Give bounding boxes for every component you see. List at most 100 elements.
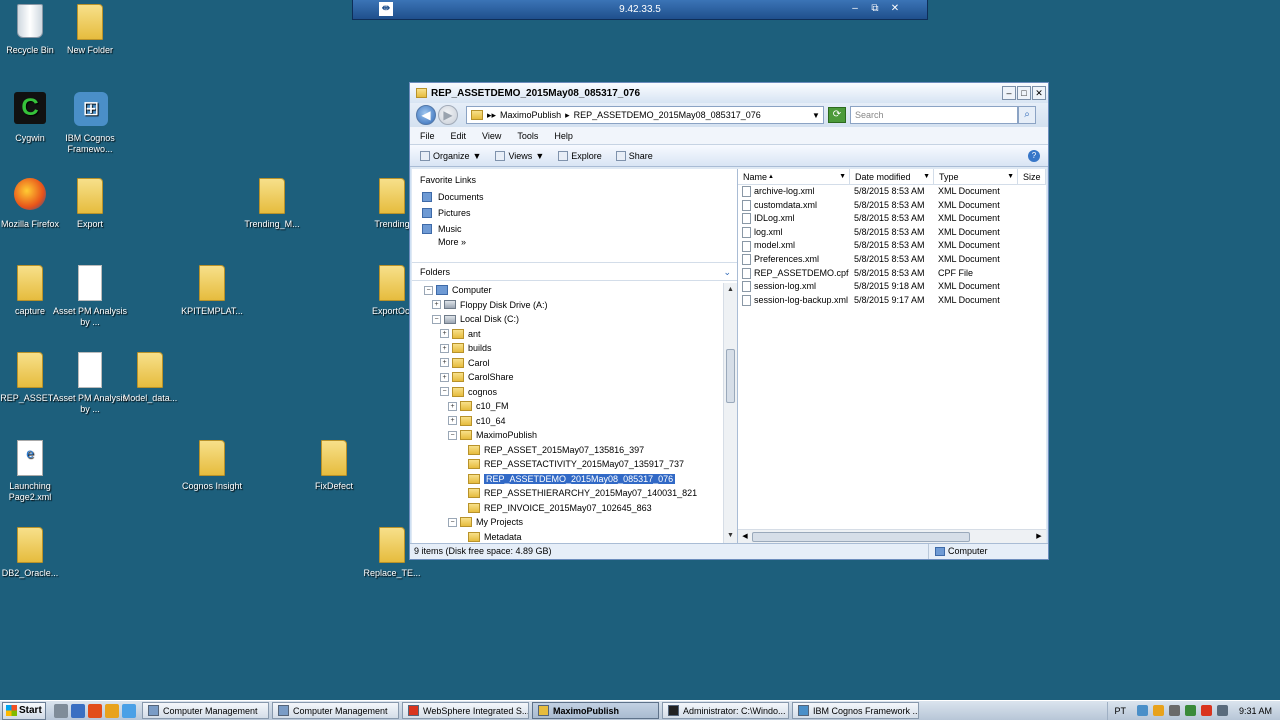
more-link[interactable]: More » bbox=[420, 237, 737, 251]
file-row[interactable]: log.xml 5/8/2015 8:53 AM XML Document bbox=[738, 226, 1046, 240]
double-chevron-icon[interactable]: » bbox=[461, 237, 466, 247]
scroll-up-arrow-icon[interactable]: ▲ bbox=[724, 283, 737, 297]
file-row[interactable]: session-log.xml 5/8/2015 9:18 AM XML Docum… bbox=[738, 280, 1046, 294]
collapse-icon[interactable]: − bbox=[432, 314, 441, 324]
desktop-icon[interactable]: Trending_M... bbox=[232, 178, 312, 230]
column-header-size[interactable]: Size bbox=[1018, 169, 1046, 184]
remote-restore-button[interactable]: ⧉ bbox=[869, 2, 881, 16]
tree-node[interactable]: + builds bbox=[412, 341, 723, 356]
file-row[interactable]: model.xml 5/8/2015 8:53 AM XML Document bbox=[738, 239, 1046, 253]
tree-node[interactable]: REP_ASSETDEMO_2015May08_085317_076 bbox=[412, 472, 723, 487]
window-titlebar[interactable]: REP_ASSETDEMO_2015May08_085317_076 – □ ✕ bbox=[410, 83, 1048, 103]
language-indicator[interactable]: PT bbox=[1114, 706, 1126, 716]
taskbar-button[interactable]: IBM Cognos Framework ... bbox=[792, 702, 919, 719]
tree-node[interactable]: + c10_64 bbox=[412, 414, 723, 429]
breadcrumb-current[interactable]: REP_ASSETDEMO_2015May08_085317_076 bbox=[574, 110, 761, 120]
expand-icon[interactable]: + bbox=[440, 343, 449, 353]
tree-node[interactable]: − Local Disk (C:) bbox=[412, 312, 723, 327]
file-row[interactable]: IDLog.xml 5/8/2015 8:53 AM XML Document bbox=[738, 212, 1046, 226]
breadcrumb-maximopublish[interactable]: MaximoPublish bbox=[500, 110, 561, 120]
favorite-link-pictures[interactable]: Pictures bbox=[420, 205, 737, 221]
expand-icon[interactable]: + bbox=[448, 416, 457, 426]
tree-node[interactable]: REP_INVOICE_2015May07_102645_863 bbox=[412, 501, 723, 516]
tray-icon[interactable] bbox=[1168, 705, 1180, 716]
taskbar-button[interactable]: Administrator: C:\Windo... bbox=[662, 702, 789, 719]
tray-icon[interactable] bbox=[1136, 705, 1148, 716]
hscroll-thumb[interactable] bbox=[752, 532, 970, 542]
back-button[interactable]: ◀ bbox=[416, 105, 436, 125]
clock[interactable]: 9:31 AM bbox=[1239, 706, 1272, 716]
quick-launch-icon[interactable] bbox=[122, 703, 136, 718]
remote-minimize-button[interactable]: – bbox=[849, 2, 861, 16]
tree-node[interactable]: − Computer bbox=[412, 283, 723, 298]
file-row[interactable]: archive-log.xml 5/8/2015 8:53 AM XML Docum… bbox=[738, 185, 1046, 199]
chevron-down-icon[interactable]: ▼ bbox=[473, 151, 482, 161]
favorite-link-documents[interactable]: Documents bbox=[420, 189, 737, 205]
taskbar-button[interactable]: WebSphere Integrated S... bbox=[402, 702, 529, 719]
desktop-icon[interactable]: ⊞ IBM Cognos Framewo... bbox=[50, 92, 130, 155]
refresh-button[interactable]: ⟳ bbox=[828, 107, 846, 123]
tree-node[interactable]: + Carol bbox=[412, 356, 723, 371]
address-bar[interactable]: ▸▸ MaximoPublish ▸ REP_ASSETDEMO_2015May… bbox=[466, 106, 824, 124]
minimize-button[interactable]: – bbox=[1002, 86, 1016, 100]
scrollbar-thumb[interactable] bbox=[726, 349, 735, 403]
quick-launch-icon[interactable] bbox=[105, 703, 119, 718]
tray-icon[interactable] bbox=[1200, 705, 1212, 716]
taskbar-button[interactable]: Computer Management bbox=[272, 702, 399, 719]
chevron-down-icon[interactable]: ▼ bbox=[535, 151, 544, 161]
column-header-name[interactable]: Name ▲ ▼ bbox=[738, 169, 850, 184]
column-filter-chevron-icon[interactable]: ▼ bbox=[923, 169, 930, 185]
start-button[interactable]: Start bbox=[2, 701, 46, 720]
tree-node[interactable]: − cognos bbox=[412, 385, 723, 400]
more-label[interactable]: More bbox=[438, 237, 459, 247]
tree-node[interactable]: REP_ASSET_2015May07_135816_397 bbox=[412, 443, 723, 458]
tree-scrollbar[interactable]: ▲ ▼ bbox=[723, 283, 737, 543]
chevron-up-icon[interactable]: ⌄ bbox=[723, 263, 731, 281]
maximize-button[interactable]: □ bbox=[1017, 86, 1031, 100]
search-icon[interactable]: ⌕ bbox=[1018, 106, 1036, 124]
tray-icon[interactable] bbox=[1152, 705, 1164, 716]
menu-item-file[interactable]: File bbox=[420, 131, 435, 141]
quick-launch-icon[interactable] bbox=[88, 703, 102, 718]
file-row[interactable]: session-log-backup.xml 5/8/2015 9:17 AM XM… bbox=[738, 294, 1046, 308]
desktop-icon[interactable]: Cognos Insight bbox=[172, 440, 252, 492]
menu-item-edit[interactable]: Edit bbox=[451, 131, 467, 141]
menu-item-tools[interactable]: Tools bbox=[517, 131, 538, 141]
desktop-icon[interactable]: e Launching Page2.xml bbox=[0, 440, 70, 503]
column-header-date-modified[interactable]: Date modified ▼ bbox=[850, 169, 934, 184]
tree-node[interactable]: − My Projects bbox=[412, 515, 723, 530]
expand-icon[interactable]: + bbox=[448, 401, 457, 411]
chevron-down-icon[interactable]: ▼ bbox=[809, 111, 823, 120]
desktop-icon[interactable]: KPITEMPLAT... bbox=[172, 265, 252, 317]
file-row[interactable]: Preferences.xml 5/8/2015 8:53 AM XML Docum… bbox=[738, 253, 1046, 267]
scroll-down-arrow-icon[interactable]: ▼ bbox=[724, 529, 737, 543]
help-icon[interactable]: ? bbox=[1028, 149, 1040, 162]
taskbar-button[interactable]: MaximoPublish bbox=[532, 702, 659, 719]
explore-button[interactable]: Explore bbox=[558, 150, 602, 161]
forward-button[interactable]: ▶ bbox=[438, 105, 458, 125]
folders-header[interactable]: Folders ⌄ bbox=[412, 263, 737, 281]
share-button[interactable]: Share bbox=[615, 150, 653, 161]
collapse-icon[interactable]: − bbox=[448, 517, 457, 527]
tree-node[interactable]: − MaximoPublish bbox=[412, 428, 723, 443]
desktop-icon[interactable]: DB2_Oracle... bbox=[0, 527, 70, 579]
favorite-link-music[interactable]: Music bbox=[420, 221, 737, 237]
expand-icon[interactable]: + bbox=[440, 358, 449, 368]
menu-item-view[interactable]: View bbox=[482, 131, 501, 141]
scroll-right-arrow-icon[interactable]: ▶ bbox=[1032, 530, 1046, 544]
desktop-icon[interactable]: Asset PM Analysis by ... bbox=[50, 265, 130, 328]
collapse-icon[interactable]: − bbox=[424, 285, 433, 295]
breadcrumb-separator[interactable]: ▸ bbox=[565, 110, 570, 121]
taskbar-button[interactable]: Computer Management bbox=[142, 702, 269, 719]
tree-node[interactable]: + c10_FM bbox=[412, 399, 723, 414]
search-input[interactable]: Search bbox=[850, 106, 1018, 124]
remote-close-button[interactable]: ✕ bbox=[889, 2, 901, 16]
tree-node[interactable]: + CarolShare bbox=[412, 370, 723, 385]
collapse-icon[interactable]: − bbox=[448, 430, 457, 440]
expand-icon[interactable]: + bbox=[432, 300, 441, 310]
desktop-icon[interactable]: New Folder bbox=[50, 4, 130, 56]
quick-launch-icon[interactable] bbox=[71, 703, 85, 718]
tree-node[interactable]: Metadata bbox=[412, 530, 723, 544]
tray-icon[interactable] bbox=[1184, 705, 1196, 716]
desktop-icon[interactable]: Export bbox=[50, 178, 130, 230]
